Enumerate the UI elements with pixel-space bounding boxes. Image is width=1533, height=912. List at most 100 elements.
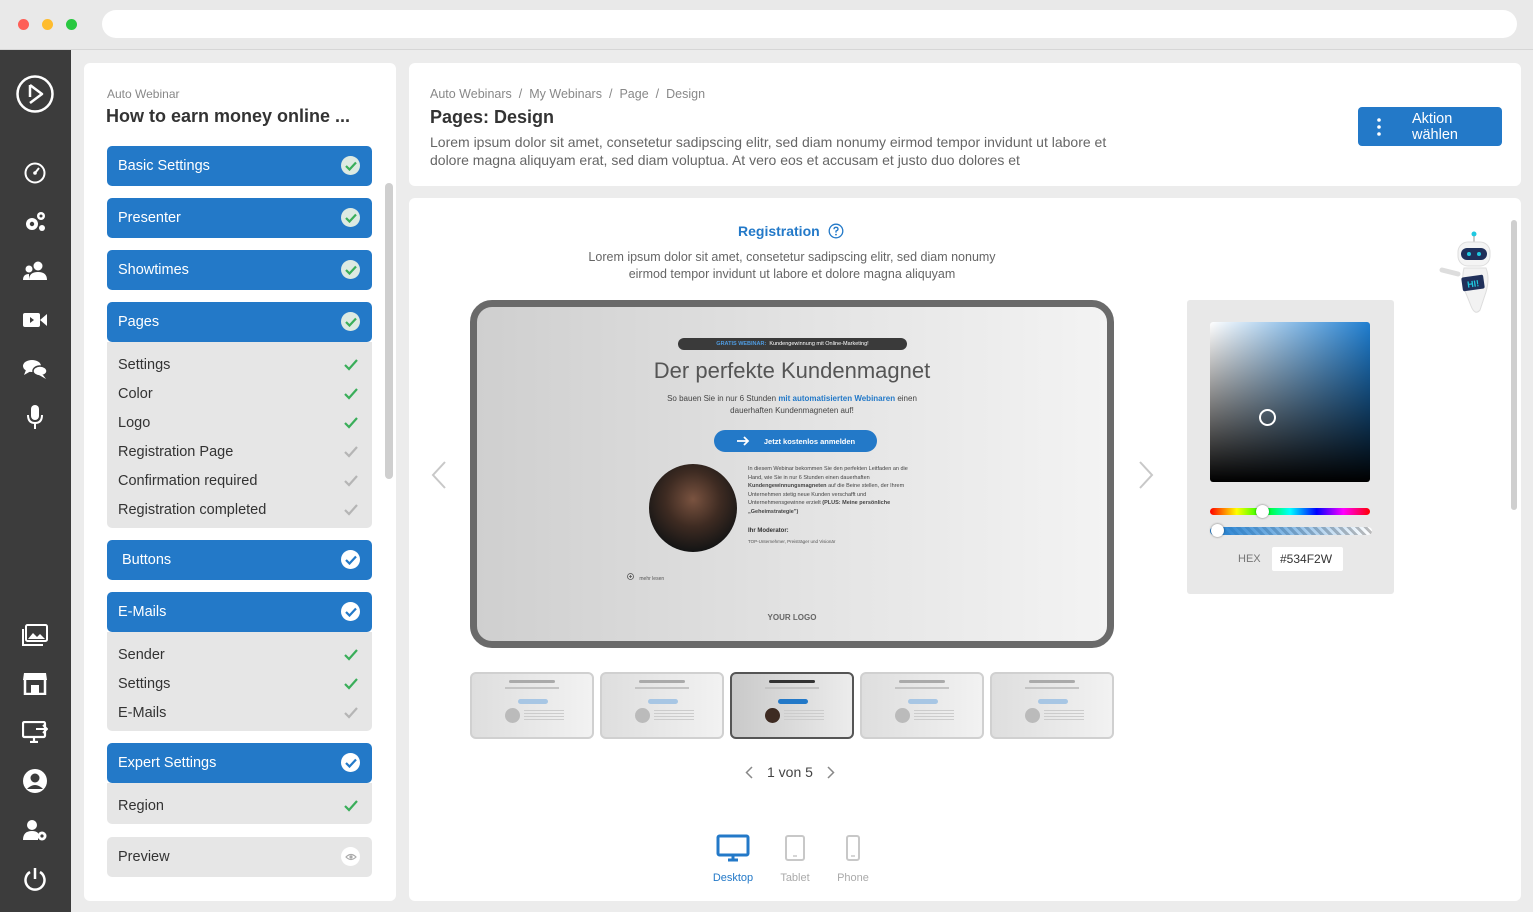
breadcrumb: Auto Webinars / My Webinars / Page / Des… xyxy=(430,87,705,101)
sidebar-item-color[interactable]: Color xyxy=(107,379,372,408)
desktop-icon xyxy=(716,832,750,864)
close-window-button[interactable] xyxy=(18,19,29,30)
done-check-icon xyxy=(344,359,358,371)
completed-check-icon xyxy=(341,312,360,331)
maximize-window-button[interactable] xyxy=(66,19,77,30)
section-header-pages[interactable]: Pages xyxy=(107,302,372,342)
sidebar-item-confirmation-required[interactable]: Confirmation required xyxy=(107,466,372,495)
device-tablet-tab[interactable]: Tablet xyxy=(771,832,819,884)
done-check-icon xyxy=(344,678,358,690)
hue-handle[interactable] xyxy=(1256,505,1269,518)
pending-check-icon xyxy=(344,707,358,719)
section-header-showtimes[interactable]: Showtimes xyxy=(107,250,372,290)
page-thumbnail[interactable] xyxy=(990,672,1114,739)
preview-moderator-label: Ihr Moderator: xyxy=(748,528,789,534)
media-gallery-icon[interactable] xyxy=(20,620,50,650)
preview-read-more: mehr lesen xyxy=(627,573,664,582)
store-icon[interactable] xyxy=(20,668,50,698)
preview-body-text: In diesem Webinar bekommen Sie den perfe… xyxy=(748,465,923,517)
section-title: Registration xyxy=(738,223,844,239)
device-phone-tab[interactable]: Phone xyxy=(829,832,877,884)
section-presenter: Presenter xyxy=(107,198,372,238)
section-header-emails[interactable]: E-Mails xyxy=(107,592,372,632)
page-preview-frame[interactable]: GRATIS WEBINAR: Kundengewinnung mit Onlin… xyxy=(470,300,1114,648)
pager: 1 von 5 xyxy=(745,764,835,780)
section-header-presenter[interactable]: Presenter xyxy=(107,198,372,238)
page-description: Lorem ipsum dolor sit amet, consetetur s… xyxy=(430,134,1107,168)
eye-icon xyxy=(341,847,360,866)
sidebar-item-registration-completed[interactable]: Registration completed xyxy=(107,495,372,524)
chevron-left-icon[interactable] xyxy=(745,765,753,779)
incomplete-check-icon xyxy=(341,550,360,569)
breadcrumb-separator: / xyxy=(608,87,613,101)
pager-text: 1 von 5 xyxy=(767,764,813,780)
microphone-icon[interactable] xyxy=(20,402,50,432)
sidebar-item-settings[interactable]: Settings xyxy=(107,350,372,379)
section-emails: E-Mails Sender Settings E-Mails xyxy=(107,592,372,731)
section-header-expert-settings[interactable]: Expert Settings xyxy=(107,743,372,783)
help-icon[interactable] xyxy=(828,223,844,239)
breadcrumb-link-auto-webinars[interactable]: Auto Webinars xyxy=(430,87,512,101)
choose-action-button[interactable]: Aktion wählen xyxy=(1358,107,1502,146)
webinar-settings-sidebar: Auto Webinar How to earn money online ..… xyxy=(84,63,396,901)
device-switcher: Desktop Tablet Phone xyxy=(709,832,877,884)
page-thumbnail[interactable] xyxy=(470,672,594,739)
device-desktop-tab[interactable]: Desktop xyxy=(709,832,757,884)
sidebar-item-email-settings[interactable]: Settings xyxy=(107,669,372,698)
main-scrollbar[interactable] xyxy=(1511,220,1517,510)
section-preview: Preview xyxy=(107,837,372,877)
alpha-slider[interactable] xyxy=(1210,527,1372,535)
preview-sub-a: So bauen Sie in nur 6 Stunden xyxy=(667,394,777,403)
logout-power-icon[interactable] xyxy=(20,864,50,894)
hex-input[interactable] xyxy=(1272,547,1343,571)
incomplete-check-icon xyxy=(341,602,360,621)
sidebar-item-logo[interactable]: Logo xyxy=(107,408,372,437)
previous-page-arrow-icon[interactable] xyxy=(431,460,447,490)
breadcrumb-separator: / xyxy=(655,87,660,101)
screen-share-icon[interactable] xyxy=(20,717,50,747)
chevron-right-icon[interactable] xyxy=(827,765,835,779)
dashboard-icon[interactable] xyxy=(20,158,50,188)
sidebar-item-region[interactable]: Region xyxy=(107,791,372,820)
preview-button[interactable]: Preview xyxy=(107,837,372,877)
phone-icon xyxy=(836,832,870,864)
preview-headline: Der perfekte Kundenmagnet xyxy=(653,358,931,383)
assistant-robot-icon[interactable]: HI! xyxy=(1428,230,1492,322)
section-buttons: Buttons xyxy=(107,540,372,580)
item-label: Settings xyxy=(118,356,171,373)
user-settings-icon[interactable] xyxy=(20,815,50,845)
page-thumbnail-active[interactable] xyxy=(730,672,854,739)
hue-slider[interactable] xyxy=(1210,508,1370,515)
alpha-handle[interactable] xyxy=(1211,524,1224,537)
preview-badge-text: Kundengewinnung mit Online-Marketing! xyxy=(769,341,869,347)
item-label: Registration completed xyxy=(118,501,267,518)
section-header-basic-settings[interactable]: Basic Settings xyxy=(107,146,372,186)
sidebar-item-sender[interactable]: Sender xyxy=(107,640,372,669)
users-icon[interactable] xyxy=(20,256,50,286)
profile-icon[interactable] xyxy=(20,766,50,796)
section-header-buttons[interactable]: Buttons xyxy=(107,540,372,580)
page-thumbnail[interactable] xyxy=(860,672,984,739)
minimize-window-button[interactable] xyxy=(42,19,53,30)
sidebar-item-emails[interactable]: E-Mails xyxy=(107,698,372,727)
settings-gears-icon[interactable] xyxy=(20,207,50,237)
page-thumbnail[interactable] xyxy=(600,672,724,739)
breadcrumb-link-page[interactable]: Page xyxy=(619,87,648,101)
chat-icon[interactable] xyxy=(20,354,50,384)
saturation-area[interactable] xyxy=(1210,322,1370,482)
app-logo-icon[interactable] xyxy=(15,74,55,114)
breadcrumb-link-my-webinars[interactable]: My Webinars xyxy=(529,87,602,101)
sidebar-item-registration-page[interactable]: Registration Page xyxy=(107,437,372,466)
video-camera-icon[interactable] xyxy=(20,305,50,335)
section-label: Showtimes xyxy=(118,262,189,278)
section-expert-settings: Expert Settings Region xyxy=(107,743,372,824)
next-page-arrow-icon[interactable] xyxy=(1138,460,1154,490)
preview-moderator-sub: TOP-Unternehmer, Preisträger und Visionä… xyxy=(748,539,836,544)
preview-read-more-text: mehr lesen xyxy=(639,576,665,582)
completed-check-icon xyxy=(341,208,360,227)
sidebar-scrollbar[interactable] xyxy=(385,183,393,479)
saturation-handle[interactable] xyxy=(1259,409,1276,426)
section-emails-items: Sender Settings E-Mails xyxy=(107,632,372,731)
address-bar[interactable] xyxy=(102,10,1517,38)
section-title-text: Registration xyxy=(738,223,820,239)
